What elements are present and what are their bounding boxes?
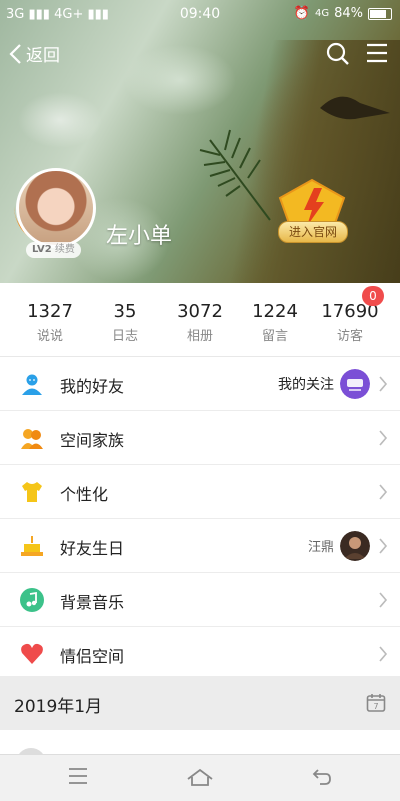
stat-label: 说说 (36, 329, 63, 344)
chevron-left-icon (9, 43, 21, 64)
menu-item-label: 情侣空间 (60, 647, 125, 666)
status-bar: 3G ▮▮▮ 4G+ ▮▮▮ 09:40 ⏰ 4G 84% (0, 0, 400, 28)
cake-icon (21, 536, 43, 556)
menu-item-birthday[interactable]: 好友生日 汪鼎 (0, 519, 400, 573)
stat-shuoshuo[interactable]: 1327 说说 (10, 301, 90, 344)
shirt-icon (22, 482, 42, 502)
visitor-badge: 0 (362, 286, 384, 306)
follow-label: 我的关注 (278, 377, 334, 393)
music-icon (20, 588, 44, 612)
svg-text:7: 7 (373, 702, 378, 711)
menu-item-personalize[interactable]: 个性化 (0, 465, 400, 519)
username: 左小单 (106, 224, 173, 249)
stat-messages[interactable]: 1224 留言 (235, 301, 315, 344)
battery-percent: 84% (334, 6, 363, 21)
heart-icon (21, 643, 43, 664)
feed-date: 2019年1月 (14, 697, 103, 717)
menu-item-label: 背景音乐 (60, 593, 125, 612)
stat-label: 留言 (261, 329, 288, 344)
vip-tag[interactable]: LV2 续费 (26, 242, 81, 258)
chevron-right-icon (379, 592, 388, 608)
stat-value: 35 (113, 301, 137, 322)
menu-item-family[interactable]: 空间家族 (0, 411, 400, 465)
person-icon (22, 374, 42, 395)
pine-branch-decoration (199, 129, 271, 221)
chevron-right-icon (379, 484, 388, 500)
menu-item-music[interactable]: 背景音乐 (0, 573, 400, 627)
status-icons: ⏰ 4G 84% (294, 6, 392, 21)
video-app-icon (340, 369, 370, 399)
menu-icon[interactable] (366, 43, 388, 63)
stat-album[interactable]: 3072 相册 (160, 301, 240, 344)
system-nav-bar (0, 754, 400, 801)
stat-label: 访客 (336, 329, 363, 344)
menu-item-label: 好友生日 (60, 539, 125, 558)
top-nav: 返回 (0, 38, 400, 72)
lte-indicator: 4G (314, 8, 330, 19)
search-icon[interactable] (326, 42, 350, 66)
stat-value: 1327 (27, 301, 73, 322)
back-nav-icon[interactable] (312, 767, 332, 787)
recents-icon[interactable] (68, 767, 88, 785)
home-icon[interactable] (186, 767, 214, 787)
stat-blog[interactable]: 35 日志 (85, 301, 165, 344)
stats-bar: 1327 说说 35 日志 3072 相册 1224 留言 17690 访客 (0, 283, 400, 357)
menu-list: 我的好友 我的关注 空间家族 个性化 好友生日 汪鼎 背景音乐 情侣空间 (0, 357, 400, 681)
chevron-right-icon (379, 646, 388, 662)
menu-item-label: 个性化 (60, 485, 109, 504)
stat-value: 1224 (252, 301, 298, 322)
chevron-right-icon (379, 538, 388, 554)
back-button[interactable]: 返回 (8, 41, 60, 66)
menu-item-friends[interactable]: 我的好友 我的关注 (0, 357, 400, 411)
birthday-friend-name: 汪鼎 (307, 540, 334, 555)
stat-label: 日志 (111, 329, 138, 344)
chevron-right-icon (379, 430, 388, 446)
chevron-right-icon (379, 376, 388, 392)
official-site-button[interactable]: 进入官网 (278, 221, 348, 243)
feed-date-header: 2019年1月 7 (0, 676, 400, 730)
alarm-icon: ⏰ (293, 6, 310, 21)
friend-avatar (340, 531, 370, 561)
battery-icon (368, 7, 392, 20)
menu-item-label: 我的好友 (60, 377, 125, 396)
bird-silhouette (320, 96, 390, 120)
stat-visitors[interactable]: 17690 访客 (310, 301, 390, 344)
avatar[interactable] (16, 168, 96, 248)
menu-item-label: 空间家族 (60, 431, 125, 450)
stat-label: 相册 (186, 329, 213, 344)
family-icon (21, 429, 43, 449)
stat-value: 3072 (177, 301, 223, 322)
menu-item-couple-space[interactable]: 情侣空间 (0, 627, 400, 681)
back-label: 返回 (26, 46, 60, 66)
vip-renew: 续费 (54, 244, 75, 255)
calendar-icon[interactable]: 7 (366, 693, 386, 713)
vip-level: LV2 (32, 244, 52, 255)
